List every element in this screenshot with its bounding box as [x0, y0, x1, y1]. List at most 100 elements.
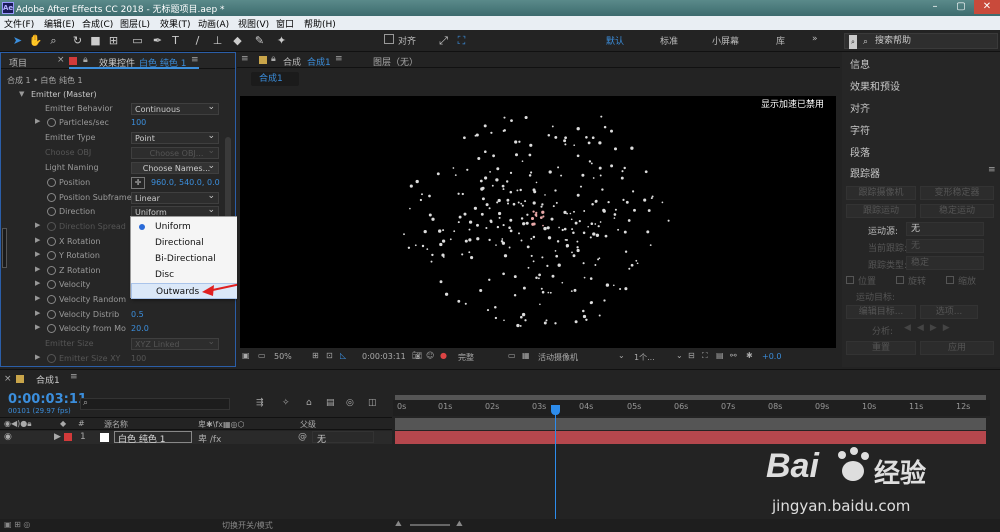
- flowchart-icon[interactable]: ⚯: [730, 351, 737, 360]
- workspace-library[interactable]: 库: [776, 34, 785, 47]
- layer-row[interactable]: ◉ ▶ 1 白色 纯色 1 卑 /fx @ 无: [0, 431, 392, 445]
- preview-icon[interactable]: ▣: [242, 351, 250, 360]
- panel-menu-icon[interactable]: ≡: [988, 165, 996, 175]
- stopwatch-icon[interactable]: [47, 251, 56, 260]
- emitter-behavior-dropdown[interactable]: Continuous: [131, 102, 219, 115]
- menu-file[interactable]: 文件(F): [4, 17, 34, 30]
- render-icon[interactable]: ⊟: [688, 351, 695, 360]
- option-directional[interactable]: Directional: [131, 235, 251, 251]
- close-tab-icon[interactable]: ×: [4, 374, 12, 384]
- lock-icon[interactable]: 🔒︎: [83, 55, 88, 65]
- tab-composition[interactable]: 合成: [283, 55, 301, 68]
- edit-target-button[interactable]: 编辑目标...: [846, 305, 916, 319]
- emitter-size-dropdown[interactable]: XYZ Linked: [131, 337, 219, 350]
- pickwhip-icon[interactable]: @: [298, 432, 307, 442]
- zoom-out-icon[interactable]: ⛰: [395, 519, 402, 529]
- stopwatch-icon[interactable]: [47, 237, 56, 246]
- panel-paragraph[interactable]: 段落: [850, 144, 870, 159]
- stopwatch-icon[interactable]: [47, 354, 56, 363]
- panel-menu-icon[interactable]: ≡: [241, 54, 249, 64]
- stopwatch-icon[interactable]: [47, 193, 56, 202]
- option-bi-directional[interactable]: Bi-Directional: [131, 251, 251, 267]
- motion-blur-icon[interactable]: ◎: [346, 398, 354, 408]
- snap-checkbox[interactable]: [384, 34, 394, 44]
- stopwatch-icon[interactable]: [47, 295, 56, 304]
- expand-icon[interactable]: ▶: [35, 279, 40, 287]
- menu-animation[interactable]: 动画(A): [198, 17, 229, 30]
- panel-menu-icon[interactable]: ≡: [70, 372, 78, 382]
- rotate-tool-icon[interactable]: ↻: [70, 33, 85, 48]
- transparency-grid-icon[interactable]: ▦: [522, 351, 530, 360]
- stopwatch-icon[interactable]: [47, 118, 56, 127]
- stopwatch-icon[interactable]: [47, 324, 56, 333]
- expand-icon[interactable]: ▶: [35, 250, 40, 258]
- panel-info[interactable]: 信息: [850, 56, 870, 71]
- monitor-icon[interactable]: ▭: [258, 351, 266, 360]
- position-value[interactable]: 960.0, 540.0, 0.0: [151, 178, 220, 187]
- help-search-input[interactable]: ⌕ ⌕ 搜索帮助: [844, 33, 998, 49]
- camera-dropdown[interactable]: 活动摄像机: [538, 352, 578, 363]
- parent-dropdown[interactable]: 无: [312, 431, 374, 445]
- panel-character[interactable]: 字符: [850, 122, 870, 137]
- show-snapshot-icon[interactable]: ☺: [426, 351, 434, 360]
- maximize-button[interactable]: ▢: [948, 0, 974, 14]
- pen-tool-icon[interactable]: ✒: [150, 33, 165, 48]
- rectangle-tool-icon[interactable]: ▭: [130, 33, 145, 48]
- eraser-tool-icon[interactable]: ◆: [230, 33, 245, 48]
- timeline-icon[interactable]: ▤: [716, 351, 724, 360]
- zoom-in-icon[interactable]: ⛰: [456, 519, 463, 529]
- reset-button[interactable]: 重置: [846, 341, 916, 355]
- selection-tool-icon[interactable]: ➤: [10, 33, 25, 48]
- expand-icon[interactable]: ▶: [35, 294, 40, 302]
- chevron-down-icon[interactable]: ⌄: [676, 351, 683, 360]
- panel-menu-icon[interactable]: ≡: [191, 55, 199, 65]
- expand-icon[interactable]: ▶: [35, 323, 40, 331]
- viewer-timecode[interactable]: 0:00:03:11: [362, 352, 406, 361]
- track-camera-button[interactable]: 跟踪摄像机: [846, 186, 916, 200]
- stopwatch-icon[interactable]: [47, 207, 56, 216]
- tab-project[interactable]: 项目: [9, 56, 27, 69]
- side-scroll-handle[interactable]: [2, 228, 7, 268]
- playhead-handle[interactable]: [551, 405, 560, 415]
- track-type-dropdown[interactable]: 稳定: [906, 256, 984, 270]
- minimize-button[interactable]: –: [922, 0, 948, 14]
- roto-brush-icon[interactable]: ✎: [252, 33, 267, 48]
- velocity-from-motion-value[interactable]: 20.0: [131, 324, 149, 333]
- expand-icon[interactable]: ▶: [35, 353, 40, 361]
- lock-icon[interactable]: 🔒︎: [271, 54, 276, 64]
- motion-source-dropdown[interactable]: 无: [906, 222, 984, 236]
- layer-label-color[interactable]: [64, 433, 72, 441]
- menu-edit[interactable]: 编辑(E): [44, 17, 75, 30]
- source-name-header[interactable]: 源名称: [104, 419, 128, 430]
- workspace-small-screen[interactable]: 小屏幕: [712, 34, 739, 47]
- tab-timeline-comp[interactable]: 合成1: [36, 373, 60, 386]
- frame-blend-icon[interactable]: ▤: [326, 398, 335, 408]
- menu-help[interactable]: 帮助(H): [304, 17, 336, 30]
- composition-viewer[interactable]: 显示加速已禁用: [240, 96, 836, 348]
- render-icons[interactable]: ▣ ⊞ ◎: [4, 520, 30, 529]
- stabilize-motion-button[interactable]: 稳定运动: [920, 204, 994, 218]
- zoom-tool-icon[interactable]: ⌕: [46, 33, 61, 48]
- graph-editor-icon[interactable]: ◫: [368, 398, 377, 408]
- row-emitter-master[interactable]: ▼ Emitter (Master): [1, 89, 235, 103]
- expand-icon[interactable]: ▶: [35, 309, 40, 317]
- hand-tool-icon[interactable]: ✋: [28, 33, 43, 48]
- tab-layer[interactable]: 图层（无）: [373, 55, 418, 68]
- type-tool-icon[interactable]: T: [168, 33, 183, 48]
- zoom-dropdown[interactable]: 50%: [274, 352, 292, 361]
- expand-icon[interactable]: ▶: [35, 221, 40, 229]
- layer-duration-bar[interactable]: [395, 431, 986, 444]
- menu-layer[interactable]: 图层(L): [120, 17, 150, 30]
- current-track-dropdown[interactable]: 无: [906, 239, 984, 253]
- stopwatch-icon[interactable]: [47, 280, 56, 289]
- comp-sub-tab[interactable]: 合成1: [251, 72, 299, 86]
- stopwatch-icon[interactable]: [47, 266, 56, 275]
- snap-option-icon[interactable]: ⤢: [436, 33, 451, 48]
- stopwatch-icon[interactable]: [47, 222, 56, 231]
- puppet-tool-icon[interactable]: ✦: [274, 33, 289, 48]
- collapse-icon[interactable]: ▼: [19, 90, 24, 98]
- resolution-dropdown[interactable]: 完整: [458, 352, 474, 363]
- expand-icon[interactable]: ▶: [54, 432, 61, 442]
- grid-icon[interactable]: ⊡: [326, 351, 333, 360]
- close-window-button[interactable]: ✕: [974, 0, 1000, 14]
